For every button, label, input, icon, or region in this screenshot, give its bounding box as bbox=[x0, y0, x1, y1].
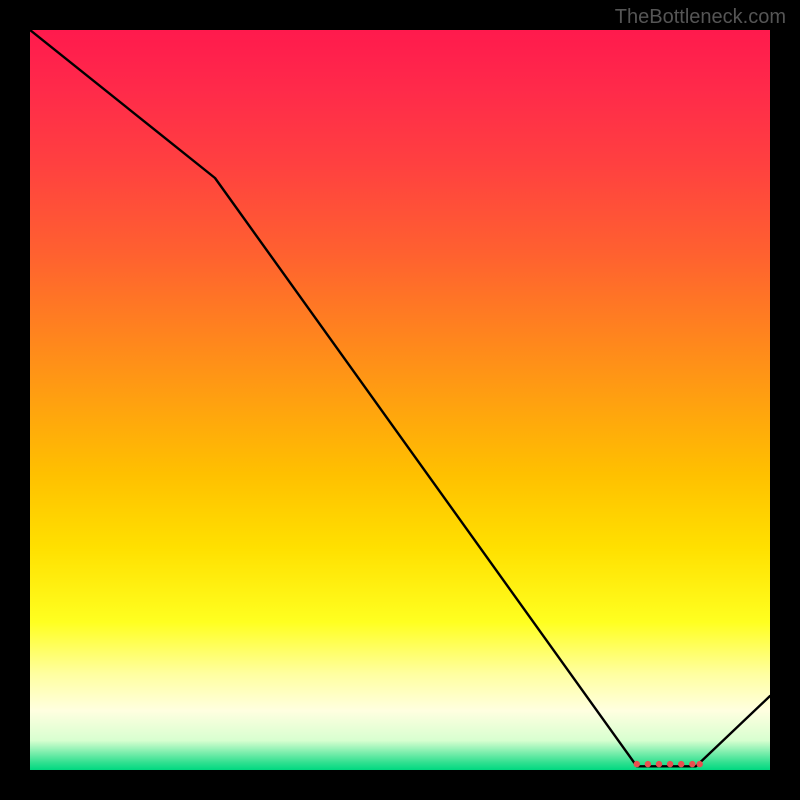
watermark-text: TheBottleneck.com bbox=[615, 6, 786, 29]
chart-gradient-background bbox=[30, 30, 770, 770]
